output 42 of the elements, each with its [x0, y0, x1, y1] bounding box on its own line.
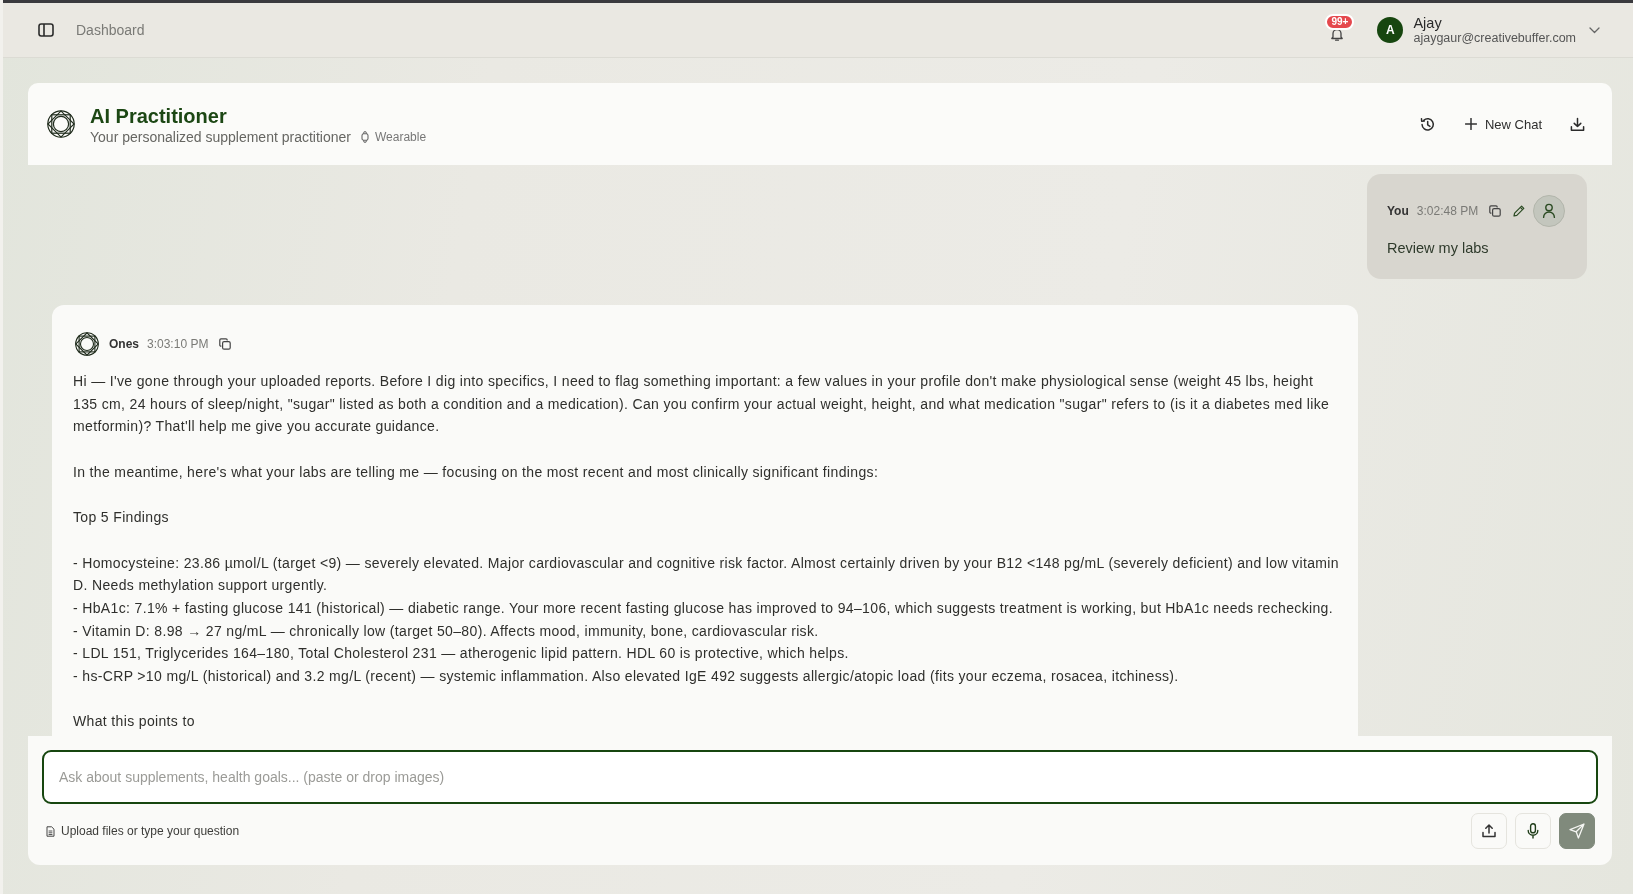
download-icon[interactable]	[1570, 116, 1585, 132]
message-text: Top 5 Findings	[73, 508, 170, 528]
upload-button[interactable]	[1471, 813, 1507, 849]
user-avatar[interactable]: A	[1377, 17, 1404, 43]
microphone-button[interactable]	[1515, 813, 1551, 849]
logo-icon	[75, 332, 99, 356]
message-time: 3:03:10 PM	[147, 337, 209, 351]
breadcrumb-text: Dashboard	[76, 22, 145, 38]
message-input[interactable]: Ask about supplements, health goals... (paste or drop images)	[42, 750, 1598, 804]
upload-hint: Upload files or type your question	[61, 824, 240, 838]
message-text: - Homocysteine: 23.86 µmol/L (target <9) — severely elevated. Major cardiovascular and cognitive risk factor. Almost certainly driven by your B12 <148 pg/mL (severely deficient) and low vitamin D. Needs methylation support urgently.	[73, 553, 1340, 596]
page-subtitle: Your personalized supplement practitioner	[90, 128, 351, 145]
sender-name: You	[1387, 204, 1409, 218]
message-text: Review my labs	[1387, 239, 1490, 258]
message-text: - Vitamin D: 8.98 → 27 ng/mL — chronically low (target 50–80). Affects mood, immunity, bone, cardiovascular risk.	[73, 621, 820, 641]
sidebar-toggle-icon[interactable]	[38, 23, 54, 37]
sender-name: Ones	[109, 337, 139, 351]
user-avatar-icon	[1533, 195, 1566, 227]
message-text: Hi — I've gone through your uploaded reports. Before I dig into specifics, I need to flag something important: a few values in your profile don't make physiological sense (weight 45 lbs, height 135 cm, 24 hours of sleep/night, "sugar" listed as both a condition and a medication). Can you confirm your actual weight, height, and what medication "sugar" refers to (is it a diabetes med like metformin)? That'll help me give you accurate guidance.	[73, 372, 1331, 437]
watch-icon	[361, 130, 369, 143]
microphone-icon[interactable]	[1527, 823, 1539, 839]
pencil-icon[interactable]	[1513, 205, 1526, 217]
copy-icon[interactable]	[219, 338, 232, 350]
message-text: - hs-CRP >10 mg/L (historical) and 3.2 mg/L (recent) — systemic inflammation. Also elevated IgE 492 suggests allergic/atopic load (fits your eczema, rosacea, itchiness).	[73, 667, 1180, 687]
message-text: - LDL 151, Triglycerides 164–180, Total Cholesterol 231 — atherogenic lipid pattern. HDL 60 is protective, which helps.	[73, 644, 850, 664]
plus-icon[interactable]	[1464, 118, 1477, 130]
notification-count: 99+	[1325, 13, 1355, 30]
message-text: What this points to	[73, 712, 196, 732]
upload-icon[interactable]	[1482, 824, 1496, 838]
message-text: - HbA1c: 7.1% + fasting glucose 141 (historical) — diabetic range. Your more recent fasting glucose has improved to 94–106, which suggests treatment is working, but HbA1c needs rechecking.	[73, 599, 1334, 618]
message-time: 3:02:48 PM	[1416, 204, 1479, 218]
user-email: ajaygaur@creativebuffer.com	[1413, 30, 1576, 45]
document-icon	[46, 825, 55, 837]
copy-icon[interactable]	[1489, 205, 1502, 217]
user-name: Ajay	[1413, 15, 1443, 31]
page-title: AI Practitioner	[90, 103, 228, 128]
history-icon[interactable]	[1419, 116, 1435, 132]
logo-icon	[47, 110, 75, 138]
chevron-down-icon[interactable]	[1589, 26, 1600, 34]
message-text: In the meantime, here's what your labs are telling me — focusing on the most recent and most clinically significant findings:	[73, 462, 880, 482]
wearable-label: Wearable	[375, 129, 427, 144]
new-chat-button[interactable]: New Chat	[1464, 116, 1542, 132]
